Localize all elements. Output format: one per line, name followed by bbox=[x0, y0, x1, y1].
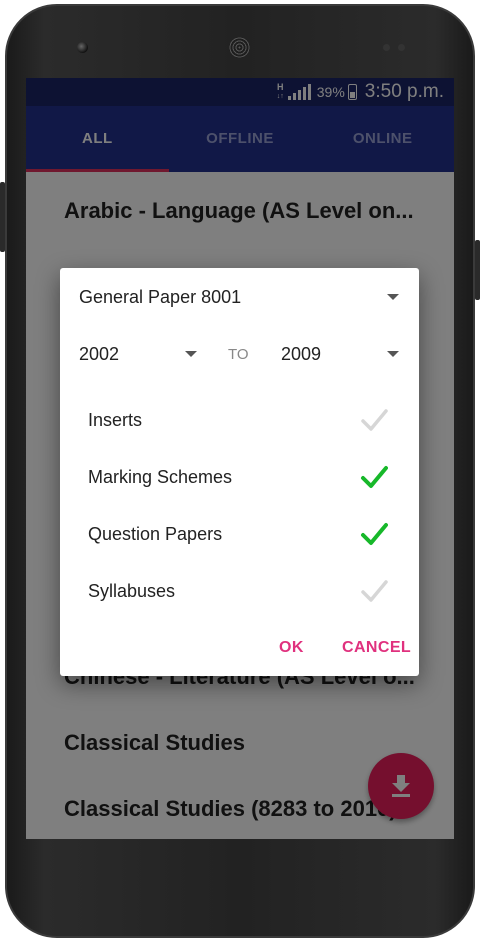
year-to-value: 2009 bbox=[281, 343, 322, 364]
option-question-papers-label: Question Papers bbox=[88, 524, 223, 544]
year-from-dropdown[interactable]: 2002 bbox=[79, 343, 197, 365]
proximity-sensor-icon bbox=[383, 44, 390, 51]
caret-down-icon bbox=[387, 351, 399, 357]
light-sensor-icon bbox=[398, 44, 405, 51]
year-to-dropdown[interactable]: 2009 bbox=[281, 343, 399, 365]
screen: H ↓↑ 39% 3:50 p.m. ALL OFFLINE ONLINE Ar… bbox=[26, 78, 454, 839]
option-inserts-label: Inserts bbox=[88, 410, 143, 430]
option-syllabuses-label: Syllabuses bbox=[88, 581, 176, 601]
phone-frame: H ↓↑ 39% 3:50 p.m. ALL OFFLINE ONLINE Ar… bbox=[0, 0, 480, 942]
speaker-grille-icon bbox=[229, 37, 250, 58]
option-marking-schemes-label: Marking Schemes bbox=[88, 467, 233, 487]
volume-button bbox=[0, 182, 5, 252]
marking-schemes-checkbox[interactable] bbox=[360, 463, 388, 491]
subject-dropdown[interactable]: General Paper 8001 bbox=[79, 286, 399, 308]
caret-down-icon bbox=[387, 294, 399, 300]
inserts-checkbox[interactable] bbox=[360, 406, 388, 434]
syllabuses-checkbox[interactable] bbox=[360, 577, 388, 605]
year-from-value: 2002 bbox=[79, 343, 120, 364]
subject-dropdown-value: General Paper 8001 bbox=[79, 286, 242, 307]
question-papers-checkbox[interactable] bbox=[360, 520, 388, 548]
cancel-button[interactable]: CANCEL bbox=[342, 639, 411, 657]
filter-dialog: General Paper 8001 2002 TO 2009 Inserts … bbox=[60, 268, 419, 676]
year-range-separator: TO bbox=[228, 346, 249, 363]
power-button bbox=[475, 240, 480, 300]
ok-button[interactable]: OK bbox=[279, 639, 304, 657]
caret-down-icon bbox=[185, 351, 197, 357]
front-camera-icon bbox=[77, 42, 88, 53]
